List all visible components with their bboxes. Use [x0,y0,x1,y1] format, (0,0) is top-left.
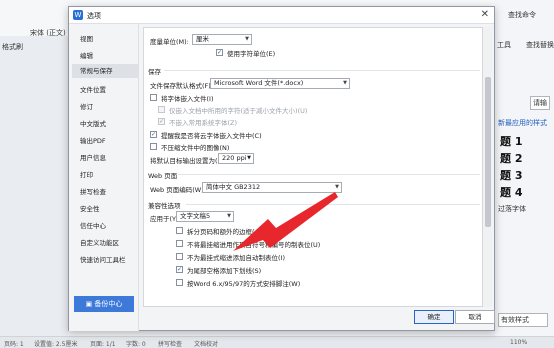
default-format-label: 文件保存默认格式(F): [150,82,214,90]
cloud-reminder-label: 提醒我是否将云字体嵌入文件中(C) [161,132,262,140]
web-section-title: Web 页面 [148,172,178,180]
chevron-down-icon: ▼ [343,80,347,86]
paragraph-font-style[interactable]: 过落字体 [498,204,526,214]
nav-user-info[interactable]: 用户信息 [80,152,106,162]
underline-trailing-label: 为尾部空格添加下划线(S) [187,267,262,275]
unit-label: 度量单位(M): [150,38,189,46]
tools-label[interactable]: 工具 [497,40,511,50]
nav-general-save[interactable]: 常规与保存 [72,64,138,78]
embed-fonts-label: 将字体嵌入文件(I) [161,95,214,103]
compat-section-title: 兼容性选项 [148,202,181,210]
no-split-table-checkbox[interactable] [176,240,183,247]
use-char-unit-label: 使用字符单位(E) [227,50,276,58]
underline-trailing-checkbox[interactable]: ✓ [176,266,183,273]
new-style-link[interactable]: 新最应用的样式 [498,118,547,128]
heading-style-2[interactable]: 题 2 [500,150,522,166]
word-layout-label: 按Word 6.x/95/97的方式安排脚注(W) [187,280,301,288]
split-page-label: 拆分页码和额外的边框(A) [187,228,262,236]
wps-logo-icon: W [73,10,83,20]
split-page-checkbox[interactable] [176,227,183,234]
word-layout-checkbox[interactable] [176,279,183,286]
status-word-count[interactable]: 字数: 0 [126,339,146,348]
settings-scrollbar[interactable] [482,27,492,307]
nav-view[interactable]: 视图 [80,33,93,43]
chevron-down-icon: ▼ [227,213,231,219]
target-output-select[interactable]: 220 ppi ▼ [218,153,254,164]
format-painter-label[interactable]: 格式刷 [2,42,23,52]
status-zoom[interactable]: 110% [510,339,527,346]
options-dialog: W 选项 ✕ 视图 编辑 常规与保存 文件位置 修订 中文版式 输出PDF 用户… [68,6,495,331]
ok-button[interactable]: 确定 [414,310,454,324]
style-search-input[interactable]: 请输 [530,96,550,110]
status-setting: 设置值: 2.5厘米 [34,341,78,348]
apply-to-value: 文字文稿5 [180,212,211,220]
settings-panel: 度量单位(M): 厘米 ▼ ✓ 使用字符单位(E) 保存 文件保存默认格式(F):… [143,27,483,307]
heading-style-1[interactable]: 题 1 [500,133,522,149]
apply-to-select[interactable]: 文字文稿5 ▼ [176,211,234,222]
target-output-label: 将默认目标输出设置为(D): [150,157,228,165]
status-pages: 页面: 1/1 [90,341,116,348]
heading-style-3[interactable]: 题 3 [500,167,522,183]
backup-center-label: 备份中心 [94,300,123,308]
embed-used-only-checkbox[interactable] [158,106,165,113]
chevron-down-icon: ▼ [247,155,251,161]
save-section-title: 保存 [148,68,161,76]
nav-revision[interactable]: 修订 [80,101,93,111]
close-icon[interactable]: ✕ [481,9,489,20]
divider [164,70,480,71]
nav-chinese-layout[interactable]: 中文版式 [80,118,106,128]
nav-quick-access[interactable]: 快速访问工具栏 [80,254,126,264]
status-bar: 页码: 1 设置值: 2.5厘米 页面: 1/1 字数: 0 拼写检查 文档校对… [0,336,554,348]
style-filter-select[interactable]: 有效样式 [498,313,548,327]
nav-edit[interactable]: 编辑 [80,50,93,60]
web-encoding-select[interactable]: 简体中文 GB2312 ▼ [202,182,342,193]
nav-export-pdf[interactable]: 输出PDF [80,135,106,145]
options-nav: 视图 编辑 常规与保存 文件位置 修订 中文版式 输出PDF 用户信息 打印 拼… [69,24,139,331]
unit-value: 厘米 [196,35,209,43]
divider [178,174,480,175]
find-replace-label[interactable]: 查找替换 [526,40,554,50]
target-output-value: 220 ppi [222,154,247,162]
no-split-table-label: 不将最挂缩进用作项目符号和编号的制表位(U) [187,241,321,249]
dialog-title: 选项 [87,12,101,20]
default-format-value: Microsoft Word 文件(*.docx) [214,79,304,87]
font-name-box[interactable]: 宋体 (正文) [30,28,66,38]
divider [186,204,480,205]
backup-center-button[interactable]: ▣ 备份中心 [74,296,134,312]
no-system-fonts-checkbox[interactable]: ✓ [158,118,165,125]
default-format-select[interactable]: Microsoft Word 文件(*.docx) ▼ [210,78,350,89]
web-encoding-value: 简体中文 GB2312 [206,183,261,191]
no-compress-checkbox[interactable] [150,143,157,150]
nav-trust-center[interactable]: 信任中心 [80,220,106,230]
embed-used-only-label: 仅嵌入文档中所用的字符(适于减小文件大小)(U) [169,107,308,115]
app-left-gutter [0,36,68,336]
nav-file-location[interactable]: 文件位置 [80,84,106,94]
chevron-down-icon: ▼ [335,184,339,190]
embed-fonts-checkbox[interactable] [150,94,157,101]
cloud-reminder-checkbox[interactable]: ✓ [150,131,157,138]
unit-select[interactable]: 厘米 ▼ [192,34,252,45]
use-char-unit-checkbox[interactable]: ✓ [216,49,223,56]
no-compress-label: 不压缩文件中的图像(N) [161,144,230,152]
scroll-thumb[interactable] [485,77,491,227]
status-doc-proof[interactable]: 文档校对 [194,339,218,348]
nav-print[interactable]: 打印 [80,169,93,179]
no-system-fonts-label: 不嵌入常用系统字体(Z) [169,119,238,127]
chevron-down-icon: ▼ [245,36,249,42]
nav-custom-ribbon[interactable]: 自定义功能区 [80,237,119,247]
heading-style-4[interactable]: 题 4 [500,184,522,200]
nav-security[interactable]: 安全性 [80,203,100,213]
cancel-button[interactable]: 取消 [455,310,495,324]
status-spell-check[interactable]: 拼写检查 [158,339,182,348]
search-command[interactable]: 查找命令 [508,10,536,20]
dialog-titlebar: W 选项 ✕ [69,7,494,24]
status-page: 页码: 1 [4,341,24,348]
nav-spell-check[interactable]: 拼写检查 [80,186,106,196]
no-hanging-indent-checkbox[interactable] [176,253,183,260]
web-encoding-label: Web 页面编码(W): [150,186,206,194]
no-hanging-indent-label: 不为最挂式缩进添加自动制表位(I) [187,254,285,262]
